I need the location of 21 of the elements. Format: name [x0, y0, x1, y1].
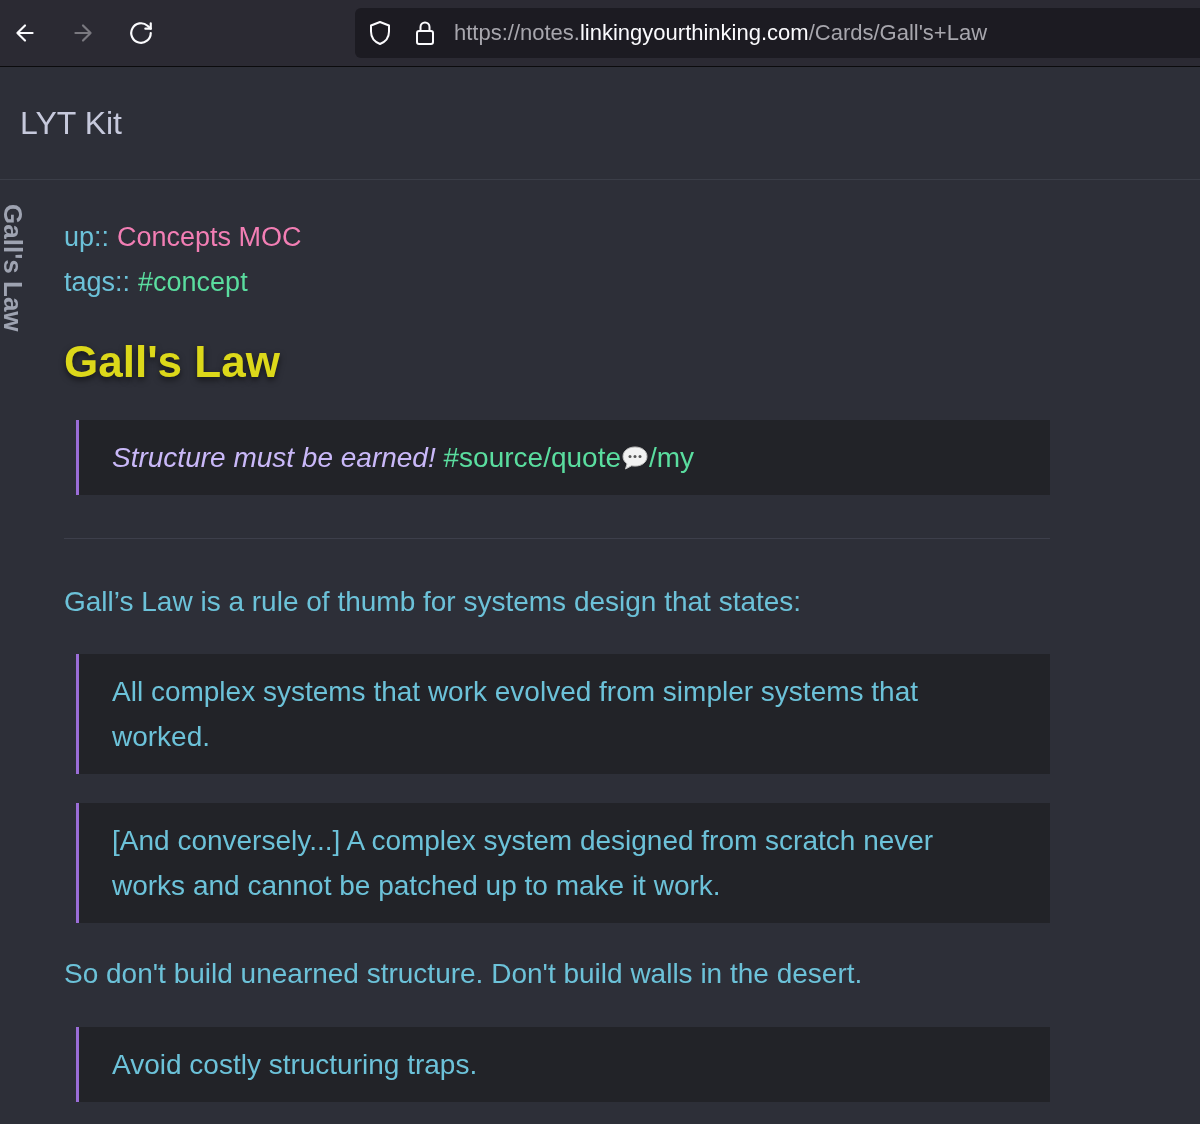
property-key: up::: [64, 217, 110, 258]
property-key: tags::: [64, 262, 131, 303]
note-title: Gall's Law: [64, 336, 280, 388]
address-bar[interactable]: https://notes.linkingyourthinking.com/Cards/Gall's+Law: [355, 8, 1200, 58]
tag-link[interactable]: #source/quote /my: [443, 435, 695, 480]
shield-icon: [368, 20, 392, 46]
quote-text: Avoid costly structuring traps.: [112, 1048, 479, 1082]
reload-button[interactable]: [128, 20, 154, 46]
pane-title: Gall's Law: [0, 204, 26, 334]
lock-icon: [415, 20, 435, 46]
paragraph-text: So don't build unearned structure. Don't build walls in the desert.: [64, 957, 864, 991]
paragraph-text: Gall’s Law is a rule of thumb for systems design that states:: [64, 585, 803, 619]
reload-icon: [128, 20, 154, 46]
url-text: https://notes.linkingyourthinking.com/Cards/Gall's+Law: [454, 19, 988, 47]
note-link[interactable]: Concepts MOC: [117, 217, 302, 258]
quote-text: All complex systems that work evolved from simpler systems that worked.: [112, 675, 919, 754]
speech-bubble-icon: [621, 444, 649, 471]
quote-text: [And conversely...] A complex system designed from scratch never works and cannot be patched up to make it work.: [112, 824, 935, 903]
tag-link[interactable]: #concept: [138, 262, 248, 303]
quote-text: Structure must be earned! #source/quote /my: [112, 435, 1010, 480]
site-title: LYT Kit: [20, 104, 122, 143]
